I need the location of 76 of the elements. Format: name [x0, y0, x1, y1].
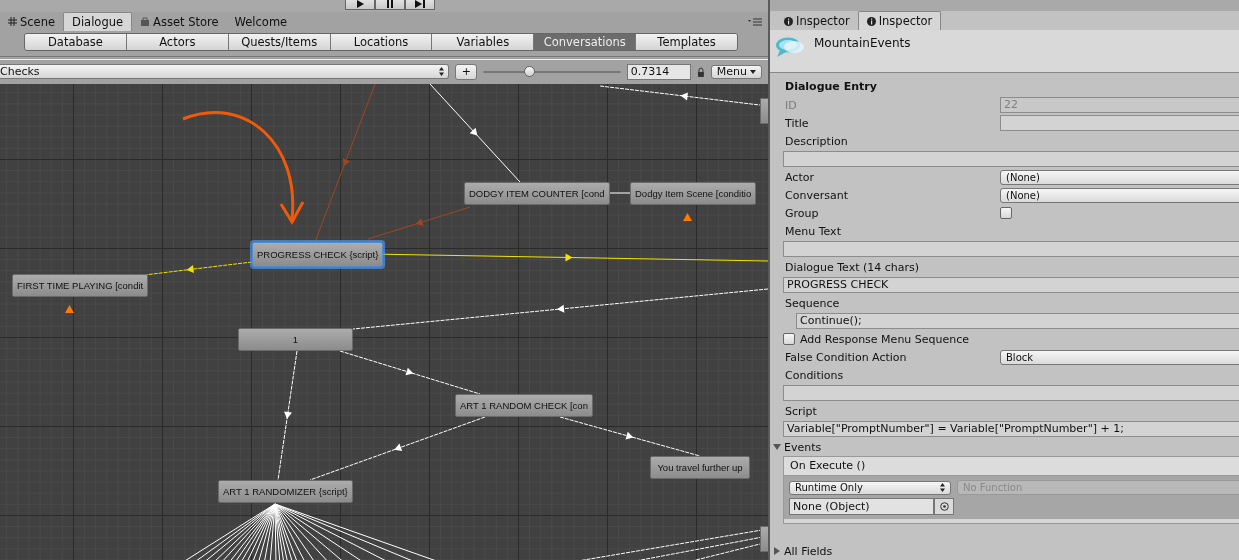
conversation-dropdown[interactable]: Checks	[0, 64, 450, 80]
graph-node[interactable]	[760, 97, 768, 124]
field-label: Conversant	[785, 188, 849, 202]
updown-arrows-icon	[940, 483, 945, 492]
object-picker-button[interactable]	[934, 498, 954, 515]
slider-thumb[interactable]	[523, 65, 535, 77]
dialogue-node[interactable]: FIRST TIME PLAYING [condit	[12, 273, 149, 297]
editor-tab[interactable]: Welcome	[226, 12, 296, 31]
text-field[interactable]: PROGRESS CHECK	[783, 277, 1239, 293]
grid-icon	[8, 17, 17, 27]
field-label: Script	[785, 404, 818, 418]
dialogue-node[interactable]: PROGRESS CHECK {script}	[252, 241, 384, 267]
editor-tab[interactable]: Asset Store	[132, 12, 227, 31]
inspector-tab[interactable]: Inspector	[857, 11, 942, 31]
section-tab[interactable]: Variables	[432, 33, 535, 50]
section-heading: Dialogue Entry	[785, 79, 878, 95]
inspector-tab[interactable]: Inspector	[776, 12, 858, 31]
triangle-icon	[773, 443, 781, 451]
play-icon	[355, 0, 365, 8]
field-label: Description	[785, 134, 849, 148]
info-icon	[866, 16, 876, 26]
dropdown[interactable]: (None)	[1000, 187, 1239, 203]
dialogue-node[interactable]: Dodgy Item Scene [conditio	[630, 181, 757, 205]
dialogue-node[interactable]: DODGY ITEM COUNTER [cond	[464, 181, 610, 205]
dialogue-node[interactable]: You travel further up	[650, 455, 750, 479]
field-label: Dialogue Text (14 chars)	[785, 260, 921, 274]
zoom-field[interactable]: 0.7314	[626, 63, 691, 80]
field-label: Menu Text	[785, 224, 842, 238]
triangle-icon	[773, 547, 781, 555]
pause-icon	[385, 0, 395, 8]
dialogue-node[interactable]: ART 1 RANDOM CHECK [con	[455, 393, 593, 417]
text-field[interactable]	[783, 385, 1239, 401]
object-field[interactable]: None (Object)	[789, 498, 934, 515]
dropdown[interactable]: (None)	[1000, 169, 1239, 185]
section-tab[interactable]: Locations	[330, 33, 433, 50]
section-tab[interactable]: Templates	[636, 33, 737, 50]
dropdown[interactable]: Block	[1000, 349, 1239, 365]
text-field[interactable]: Variable["PromptNumber"] = Variable["PromptNumber"] + 1;	[783, 421, 1239, 437]
lock-icon[interactable]	[696, 66, 705, 77]
text-field[interactable]: Continue();	[796, 313, 1239, 329]
section-tab[interactable]: Conversations	[534, 33, 637, 50]
call-state-dropdown[interactable]: Runtime Only	[789, 480, 951, 495]
checkbox[interactable]	[783, 333, 795, 345]
menu-dropdown[interactable]: Menu	[710, 64, 762, 79]
bag-icon	[140, 16, 151, 27]
updown-arrows-icon	[439, 67, 445, 77]
field-label: Sequence	[785, 296, 841, 310]
events-foldout[interactable]: Events	[773, 438, 1239, 456]
info-icon	[784, 16, 793, 26]
checkbox[interactable]	[1000, 207, 1012, 219]
field-label: Conditions	[785, 368, 845, 382]
section-tab[interactable]: Database	[25, 33, 127, 50]
asset-title: MountainEvents	[814, 36, 911, 51]
add-button[interactable]: +	[455, 63, 478, 80]
text-field[interactable]	[783, 151, 1239, 167]
graph-node[interactable]	[760, 525, 768, 552]
caret-icon	[750, 69, 756, 74]
dialogue-node[interactable]: 1	[238, 327, 353, 351]
target-icon	[939, 502, 949, 511]
dialogue-node[interactable]: ART 1 RANDOMIZER {script}	[218, 479, 353, 503]
all-fields-foldout[interactable]: All Fields	[773, 542, 1239, 560]
field-label: Title	[785, 116, 810, 130]
checkbox-label: Add Response Menu Sequence	[800, 332, 971, 346]
section-tab[interactable]: Actors	[126, 33, 229, 50]
text-field[interactable]	[783, 241, 1239, 257]
field-label: Group	[785, 206, 820, 220]
section-tab[interactable]: Quests/Items	[228, 33, 331, 50]
field-label: Actor	[785, 170, 815, 184]
zoom-slider[interactable]	[483, 64, 621, 79]
editor-tab[interactable]: Scene	[0, 12, 64, 31]
step-icon	[414, 0, 426, 8]
event-header: On Execute ()	[784, 457, 1239, 476]
text-field[interactable]	[1000, 115, 1239, 131]
menu-icon[interactable]	[748, 17, 762, 26]
field-label: ID	[785, 98, 798, 112]
field-label: False Condition Action	[785, 350, 908, 364]
